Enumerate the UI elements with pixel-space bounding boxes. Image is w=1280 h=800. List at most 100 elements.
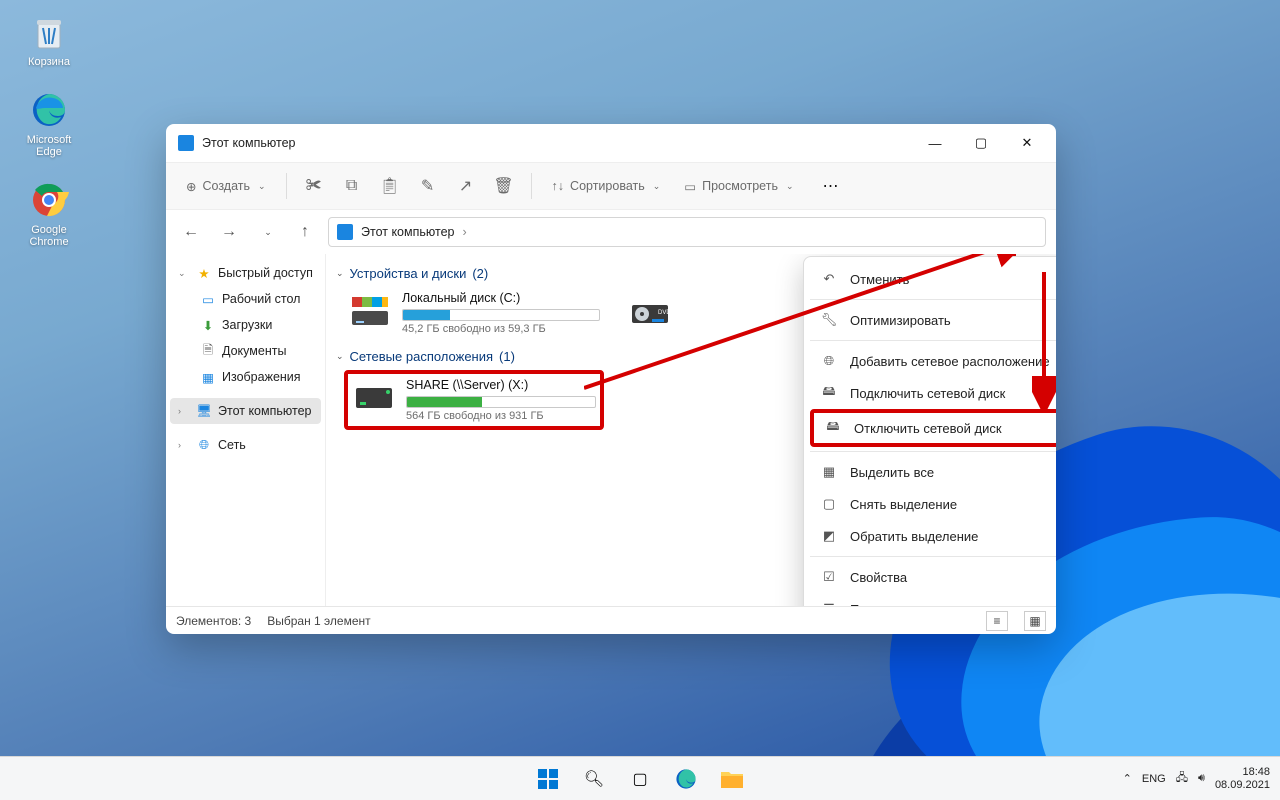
- sidebar-item-pictures[interactable]: ▦ Изображения: [170, 364, 321, 390]
- content-pane: ⌄Устройства и диски (2) Локальный диск (…: [326, 254, 1056, 606]
- menu-label: Подключить сетевой диск: [850, 386, 1005, 401]
- chevron-down-icon: ⌄: [336, 268, 344, 279]
- sidebar-item-documents[interactable]: 🗎 Документы: [170, 338, 321, 364]
- sidebar-item-quick[interactable]: ⌄★Быстрый доступ: [170, 260, 321, 286]
- menu-label: Обратить выделение: [850, 529, 978, 544]
- view-label: Просмотреть: [702, 179, 778, 193]
- minimize-button[interactable]: ―: [912, 127, 958, 159]
- close-button[interactable]: ✕: [1004, 127, 1050, 159]
- sidebar-item-downloads[interactable]: ⬇Загрузки: [170, 312, 321, 338]
- titlebar[interactable]: Этот компьютер ― ▢ ✕: [166, 124, 1056, 162]
- desktop-icon-label: Microsoft Edge: [14, 134, 84, 158]
- taskbar-search[interactable]: 🔍︎: [574, 759, 614, 799]
- menu-add-network-location[interactable]: 🌐︎Добавить сетевое расположение: [810, 345, 1056, 377]
- picture-icon: ▦: [200, 369, 216, 385]
- sidebar-item-label: Изображения: [222, 370, 301, 384]
- menu-optimize[interactable]: 🔧︎Оптимизировать: [810, 304, 1056, 336]
- sidebar: ⌄★Быстрый доступ ▭Рабочий стол ⬇Загрузки…: [166, 254, 326, 606]
- drive-local-c[interactable]: Локальный диск (C:) 45,2 ГБ свободно из …: [344, 287, 604, 339]
- ellipsis-icon: ⋯: [823, 176, 839, 196]
- tray-chevron-icon[interactable]: ⌃: [1123, 772, 1132, 785]
- nav-forward[interactable]: →: [214, 217, 244, 247]
- share-icon: ↗: [459, 176, 472, 196]
- system-tray[interactable]: ⌃ ENG 🖧︎ 🔊︎ 18:48 08.09.2021: [1123, 766, 1270, 791]
- status-item-count: Элементов: 3: [176, 614, 251, 628]
- maximize-button[interactable]: ▢: [958, 127, 1004, 159]
- select-all-icon: ▦: [820, 463, 838, 481]
- network-icon[interactable]: 🖧︎: [1176, 769, 1188, 788]
- connect-drive-icon: 🖴︎: [820, 384, 838, 402]
- trash-icon: [27, 10, 71, 54]
- hdd-icon: [348, 291, 392, 331]
- address-bar[interactable]: Этот компьютер ›: [328, 217, 1046, 247]
- rename-button[interactable]: ✎: [411, 170, 445, 202]
- menu-disconnect-network-drive[interactable]: 🖴︎Отключить сетевой диск: [810, 409, 1056, 447]
- desktop-icon-recycle[interactable]: Корзина: [14, 10, 84, 68]
- view-details-button[interactable]: ≡: [986, 611, 1008, 631]
- taskbar: 🔍︎ ▢ ⌃ ENG 🖧︎ 🔊︎ 18:48 08.09.2021: [0, 756, 1280, 800]
- copy-button[interactable]: ⧉: [335, 170, 369, 202]
- drive-name: SHARE (\\Server) (X:): [406, 378, 596, 392]
- create-button[interactable]: ⊕Создать⌄: [176, 170, 276, 202]
- menu-select-none[interactable]: ▢Снять выделение: [810, 488, 1056, 520]
- document-icon: 🗎: [200, 343, 216, 359]
- sidebar-item-thispc[interactable]: ›🖥︎Этот компьютер: [170, 398, 321, 424]
- trash-small-icon: 🗑︎: [493, 176, 513, 196]
- drive-network-share[interactable]: SHARE (\\Server) (X:) 564 ГБ свободно из…: [344, 370, 604, 430]
- dvd-icon: DVD: [628, 291, 672, 331]
- menu-select-all[interactable]: ▦ Выделить все: [810, 456, 1056, 488]
- thispc-icon: [337, 224, 353, 240]
- sidebar-item-network[interactable]: ›🌐︎Сеть: [170, 432, 321, 458]
- invert-icon: ◩: [820, 527, 838, 545]
- menu-map-network-drive[interactable]: 🖴︎ Подключить сетевой диск: [810, 377, 1056, 409]
- nav-up[interactable]: ↑: [290, 217, 320, 247]
- toolbar: ⊕Создать⌄ ✀ ⧉ 📋︎ ✎ ↗ 🗑︎ ↑↓Сортировать⌄ ▭…: [166, 162, 1056, 210]
- nav-back[interactable]: ←: [176, 217, 206, 247]
- sidebar-item-label: Быстрый доступ: [218, 266, 313, 280]
- more-button[interactable]: ⋯: [814, 170, 848, 202]
- drive-dvd[interactable]: DVD: [624, 287, 694, 339]
- tray-language[interactable]: ENG: [1142, 773, 1166, 785]
- cut-button[interactable]: ✀: [297, 170, 331, 202]
- create-label: Создать: [202, 179, 250, 193]
- nav-recent[interactable]: ⌄: [252, 217, 282, 247]
- desktop-icon-edge[interactable]: Microsoft Edge: [14, 88, 84, 158]
- globe-icon: 🌐︎: [820, 352, 838, 370]
- desktop-icons: Корзина Microsoft Edge Google Chrome: [14, 10, 94, 268]
- menu-options[interactable]: ☰Параметры: [810, 593, 1056, 606]
- paste-button[interactable]: 📋︎: [373, 170, 407, 202]
- view-icon: ▭: [684, 179, 696, 194]
- taskbar-taskview[interactable]: ▢: [620, 759, 660, 799]
- desktop-icon-chrome[interactable]: Google Chrome: [14, 178, 84, 248]
- star-icon: ★: [196, 265, 212, 281]
- delete-button[interactable]: 🗑︎: [487, 170, 521, 202]
- sort-button[interactable]: ↑↓Сортировать⌄: [542, 170, 671, 202]
- sidebar-item-label: Документы: [222, 344, 286, 358]
- sidebar-item-desktop[interactable]: ▭Рабочий стол: [170, 286, 321, 312]
- menu-label: Снять выделение: [850, 497, 957, 512]
- breadcrumb[interactable]: Этот компьютер: [361, 225, 454, 239]
- tray-clock[interactable]: 18:48 08.09.2021: [1215, 766, 1270, 791]
- view-mode-button[interactable]: ▭Просмотреть⌄: [674, 170, 803, 202]
- taskbar-edge[interactable]: [666, 759, 706, 799]
- copy-icon: ⧉: [346, 177, 357, 195]
- group-count: (1): [499, 349, 515, 364]
- sidebar-item-label: Этот компьютер: [218, 404, 311, 418]
- volume-icon[interactable]: 🔊︎: [1198, 772, 1205, 785]
- menu-invert-selection[interactable]: ◩ Обратить выделение: [810, 520, 1056, 552]
- menu-properties[interactable]: ☑Свойства: [810, 561, 1056, 593]
- sliders-icon: ☰: [820, 600, 838, 606]
- svg-text:DVD: DVD: [658, 310, 671, 316]
- sidebar-item-label: Рабочий стол: [222, 292, 300, 306]
- share-button[interactable]: ↗: [449, 170, 483, 202]
- sort-icon: ↑↓: [552, 179, 565, 193]
- menu-undo[interactable]: ↶Отменить: [810, 263, 1056, 295]
- menu-label: Выделить все: [850, 465, 934, 480]
- view-tiles-button[interactable]: ▦: [1024, 611, 1046, 631]
- start-button[interactable]: [528, 759, 568, 799]
- chevron-down-icon: ⌄: [258, 181, 266, 192]
- taskbar-explorer[interactable]: [712, 759, 752, 799]
- status-selection: Выбран 1 элемент: [267, 614, 370, 628]
- status-bar: Элементов: 3 Выбран 1 элемент ≡ ▦: [166, 606, 1056, 634]
- explorer-window: Этот компьютер ― ▢ ✕ ⊕Создать⌄ ✀ ⧉ 📋︎ ✎ …: [166, 124, 1056, 634]
